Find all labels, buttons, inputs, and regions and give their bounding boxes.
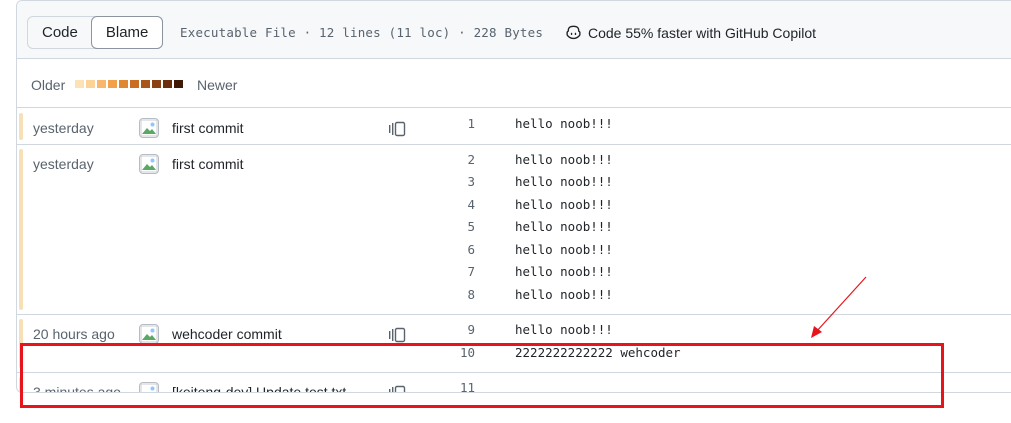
blame-hunk: yesterday first commit 2 hello noob!!! 3 hell… [17, 145, 1011, 315]
age-swatch [108, 80, 117, 88]
commit-time: 20 hours ago [33, 326, 115, 342]
age-color-scale [75, 80, 183, 88]
line-number[interactable]: 4 [417, 194, 475, 217]
code-line: 3 hello noob!!! [417, 171, 1011, 194]
age-swatch [163, 80, 172, 88]
line-content: hello noob!!! [515, 322, 613, 337]
commit-message-link[interactable]: first commit [172, 120, 244, 136]
line-number[interactable]: 7 [417, 261, 475, 284]
age-swatch [174, 80, 183, 88]
copilot-icon [566, 25, 581, 40]
line-number[interactable]: 3 [417, 171, 475, 194]
line-number[interactable]: 2 [417, 149, 475, 172]
age-indicator [19, 113, 23, 140]
age-swatch [152, 80, 161, 88]
line-content: hello noob!!! [515, 286, 613, 302]
author-avatar[interactable] [139, 324, 159, 344]
copilot-promo-link[interactable]: Code 55% faster with GitHub Copilot [565, 24, 816, 41]
commit-message-link[interactable]: wehcoder commit [172, 326, 282, 342]
blame-tab[interactable]: Blame [90, 16, 164, 49]
line-content: hello noob!!! [515, 219, 613, 234]
line-number[interactable]: 5 [417, 216, 475, 239]
age-swatch [75, 80, 84, 88]
legend-newer-label: Newer [197, 77, 238, 93]
code-line: 9 hello noob!!! [417, 319, 1011, 342]
commit-time: yesterday [33, 155, 94, 172]
legend-older-label: Older [31, 77, 66, 93]
copilot-promo-text: Code 55% faster with GitHub Copilot [588, 24, 816, 41]
age-swatch [86, 80, 95, 88]
line-content: hello noob!!! [515, 241, 613, 257]
age-legend: Older Newer [17, 60, 1011, 108]
code-line: 4 hello noob!!! [417, 194, 1011, 217]
code-line: 8 hello noob!!! [417, 284, 1011, 307]
line-content: hello noob!!! [515, 151, 613, 167]
reblame-icon[interactable] [388, 121, 406, 137]
age-indicator [19, 148, 23, 310]
author-avatar[interactable] [139, 118, 159, 138]
code-line: 7 hello noob!!! [417, 261, 1011, 284]
file-info: Executable File · 12 lines (11 loc) · 22… [180, 25, 544, 40]
age-swatch [141, 80, 150, 88]
line-content: hello noob!!! [515, 174, 613, 189]
blame-view: Code Blame Executable File · 12 lines (1… [16, 0, 1011, 393]
line-number[interactable]: 1 [417, 113, 475, 136]
code-line: 2 hello noob!!! [417, 149, 1011, 172]
code-tab[interactable]: Code [28, 17, 92, 48]
line-content: hello noob!!! [515, 116, 613, 131]
age-swatch [119, 80, 128, 88]
age-swatch [97, 80, 106, 88]
code-line: 6 hello noob!!! [417, 239, 1011, 262]
code-line: 5 hello noob!!! [417, 216, 1011, 239]
code-line: 1 hello noob!!! [417, 113, 1011, 136]
line-number[interactable]: 9 [417, 319, 475, 342]
age-swatch [130, 80, 139, 88]
line-content: hello noob!!! [515, 196, 613, 212]
blame-hunk: yesterday first commit 1 hello noob!!! [17, 109, 1011, 145]
reblame-icon[interactable] [388, 327, 406, 343]
commit-message-link[interactable]: first commit [172, 156, 244, 172]
file-header: Code Blame Executable File · 12 lines (1… [17, 1, 1011, 59]
commit-time: yesterday [33, 120, 94, 136]
view-mode-toggle: Code Blame [27, 16, 164, 49]
author-avatar[interactable] [139, 153, 159, 174]
line-number[interactable]: 8 [417, 284, 475, 307]
annotation-highlight-box [20, 343, 944, 408]
line-content: hello noob!!! [515, 264, 613, 279]
line-number[interactable]: 6 [417, 239, 475, 262]
